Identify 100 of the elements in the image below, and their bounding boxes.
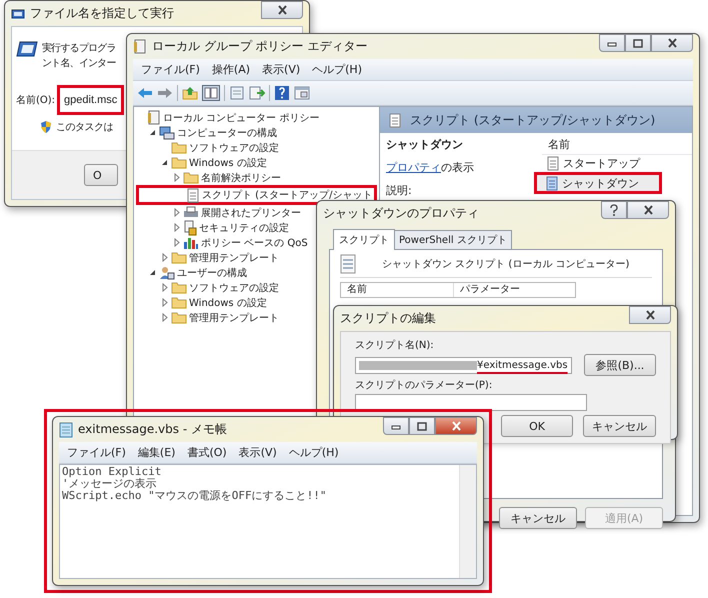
tree-item[interactable]: ポリシー ベースの QoS: [136, 235, 308, 250]
tab[interactable]: PowerShell スクリプト: [394, 230, 512, 249]
tree-item[interactable]: Windows の設定: [136, 155, 267, 170]
properties-link[interactable]: プロパティ: [386, 161, 441, 174]
back-icon[interactable]: [137, 87, 153, 99]
name-field[interactable]: gpedit.msc: [57, 85, 124, 115]
properties-icon[interactable]: [294, 85, 310, 101]
script-icon: [546, 156, 560, 171]
tree-item[interactable]: 展開されたプリンター: [136, 205, 301, 220]
help-icon[interactable]: [274, 85, 290, 101]
close-button[interactable]: [651, 34, 693, 52]
name-label: 名前(O):: [16, 94, 56, 107]
tree-item[interactable]: Windows の設定: [136, 295, 267, 310]
document-icon: [147, 110, 161, 125]
maximize-icon: [417, 422, 427, 430]
export-icon[interactable]: [249, 85, 265, 101]
menu-item[interactable]: 操作(A): [208, 61, 254, 78]
collapsed-arrow-icon[interactable]: [160, 283, 169, 292]
close-icon: [276, 5, 288, 15]
help-button[interactable]: [601, 201, 627, 219]
pane-icon[interactable]: [202, 85, 220, 101]
collapsed-arrow-icon[interactable]: [160, 253, 169, 262]
forward-icon[interactable]: [157, 87, 173, 99]
script-icon: [545, 176, 559, 190]
script-heading: シャットダウン スクリプト (ローカル コンピューター): [382, 258, 630, 271]
list-item[interactable]: シャットダウン: [534, 172, 662, 194]
tab[interactable]: スクリプト: [333, 229, 395, 250]
list-icon[interactable]: [229, 85, 245, 101]
folder-icon: [183, 171, 199, 184]
menu-item[interactable]: 表示(V): [258, 61, 304, 78]
lock-document-icon: [183, 220, 197, 236]
help-icon: [609, 204, 619, 216]
menu-item[interactable]: ヘルプ(H): [308, 61, 366, 78]
close-button[interactable]: [629, 306, 671, 324]
shield-icon: [40, 120, 52, 134]
close-button[interactable]: [627, 201, 669, 219]
maximize-button[interactable]: [409, 417, 435, 435]
run-icon: [16, 41, 38, 57]
tree-item[interactable]: ローカル コンピューター ポリシー: [136, 110, 320, 125]
menu-item[interactable]: 表示(V): [234, 444, 281, 461]
tree-item[interactable]: ソフトウェアの設定: [136, 280, 279, 295]
window-title: exitmessage.vbs - メモ帳: [78, 421, 228, 438]
folder-icon: [171, 156, 187, 169]
minimize-button[interactable]: [383, 417, 409, 435]
expanded-arrow-icon[interactable]: [148, 268, 157, 277]
ok-button[interactable]: O: [84, 164, 118, 186]
collapsed-arrow-icon[interactable]: [160, 298, 169, 307]
window-title: ローカル グループ ポリシー エディター: [152, 38, 368, 55]
collapsed-arrow-icon[interactable]: [172, 173, 181, 182]
admin-note: このタスクは: [56, 121, 113, 134]
cancel-button[interactable]: キャンセル: [583, 415, 656, 437]
tree-item[interactable]: 名前解決ポリシー: [136, 170, 281, 185]
maximize-button[interactable]: [625, 34, 651, 52]
tree-item[interactable]: コンピューターの構成: [136, 125, 277, 140]
script-icon: [340, 254, 356, 274]
menu-item[interactable]: 書式(O): [183, 444, 231, 461]
tree-item[interactable]: 管理用テンプレート: [136, 250, 279, 265]
collapsed-arrow-icon[interactable]: [172, 223, 181, 232]
description-text: 実行するプログラ: [42, 42, 116, 56]
printer-icon: [183, 206, 199, 219]
script-name-label: スクリプト名(N):: [355, 338, 435, 352]
window-title: スクリプトの編集: [340, 310, 437, 327]
list-item[interactable]: スタートアップ: [542, 155, 692, 172]
close-button[interactable]: [435, 417, 477, 435]
parameters-label: スクリプトのパラメーター(P):: [355, 378, 494, 392]
close-icon: [450, 421, 462, 431]
collapsed-arrow-icon[interactable]: [172, 208, 181, 217]
tree-item[interactable]: 管理用テンプレート: [136, 310, 279, 325]
window-title: シャットダウンのプロパティ: [323, 205, 480, 222]
cancel-button[interactable]: キャンセル: [499, 507, 577, 529]
browse-button[interactable]: 参照(B)...: [584, 354, 656, 376]
column-header: 名前: [542, 135, 692, 155]
pane-title: スクリプト (スタートアップ/シャットダウン): [410, 112, 656, 128]
menu-item[interactable]: ヘルプ(H): [284, 444, 343, 461]
expanded-arrow-icon[interactable]: [148, 128, 157, 137]
close-button[interactable]: [261, 1, 303, 19]
scrollbar[interactable]: [459, 465, 476, 578]
script-name-field[interactable]: ¥exitmessage.vbs: [355, 356, 572, 374]
parameters-field[interactable]: [355, 394, 587, 411]
column-header: パラメーター: [453, 283, 526, 297]
menu-item[interactable]: ファイル(F): [63, 444, 130, 461]
menu-item[interactable]: 編集(E): [134, 444, 180, 461]
maximize-icon: [633, 38, 643, 48]
app-icon: [133, 39, 147, 54]
tree-item[interactable]: ユーザーの構成: [136, 265, 247, 280]
folder-icon: [171, 296, 187, 309]
text-area[interactable]: Option Explicit 'メッセージの表示 WScript.echo "マウスの電源をOFFにすること!!": [59, 464, 477, 579]
menu-item[interactable]: ファイル(F): [137, 61, 204, 78]
expanded-arrow-icon[interactable]: [160, 158, 169, 167]
ok-button[interactable]: OK: [501, 415, 573, 437]
collapsed-arrow-icon[interactable]: [172, 238, 181, 247]
tree-item[interactable]: セキュリティの設定: [136, 220, 289, 235]
computer-icon: [159, 126, 175, 140]
folder-up-icon[interactable]: [182, 86, 198, 100]
bar-chart-icon: [183, 236, 199, 250]
close-icon: [644, 310, 656, 320]
collapsed-arrow-icon[interactable]: [160, 313, 169, 322]
tree-item[interactable]: ソフトウェアの設定: [136, 140, 279, 155]
minimize-button[interactable]: [599, 34, 625, 52]
section-heading: シャットダウン: [386, 137, 464, 152]
